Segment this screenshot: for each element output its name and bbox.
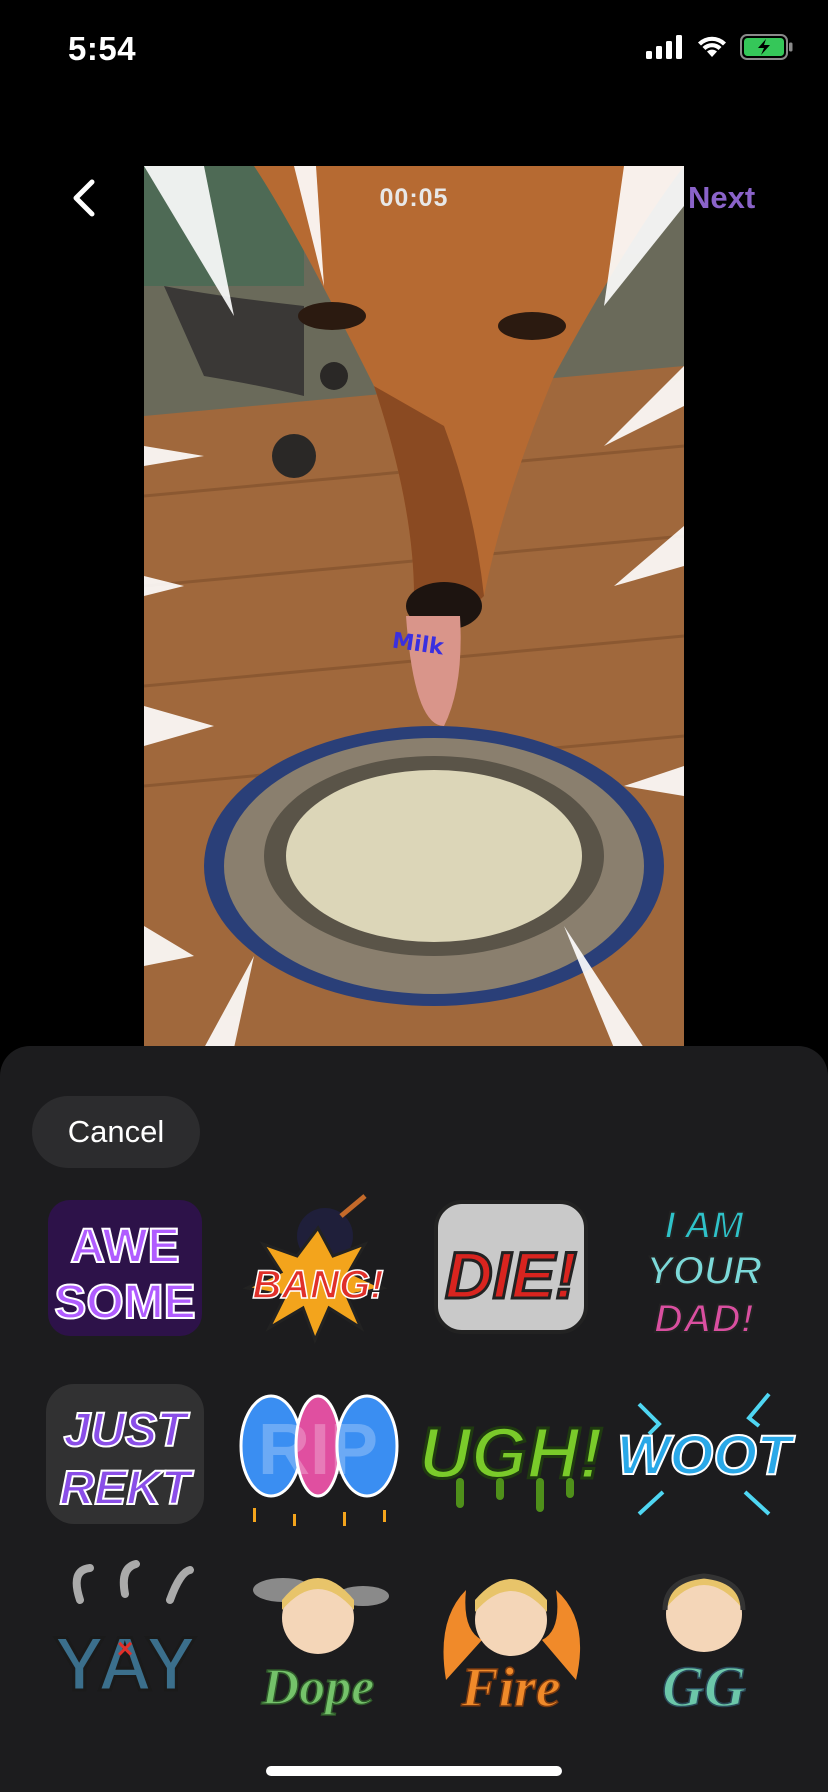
svg-text:BANG!: BANG! — [252, 1263, 383, 1307]
sticker-awesome[interactable]: AWE SOME — [28, 1186, 221, 1350]
svg-text:SOME: SOME — [54, 1276, 195, 1329]
sticker-i-am-your-dad[interactable]: I AM YOUR DAD! — [607, 1186, 800, 1350]
sticker-ugh-image: UGH! — [417, 1413, 604, 1512]
next-button[interactable]: Next — [688, 180, 755, 216]
cancel-button[interactable]: Cancel — [32, 1096, 200, 1168]
sticker-just-rekt-image: JUST REKT — [45, 1384, 204, 1524]
svg-text:GG: GG — [662, 1654, 746, 1719]
sticker-sheet: Cancel AWE SOME BANG! DIE! I AM YOUR DAD… — [0, 1046, 828, 1792]
sticker-dope-image: Dope — [252, 1578, 389, 1717]
svg-text:×: × — [116, 1633, 132, 1664]
svg-text:WOOT: WOOT — [616, 1423, 795, 1486]
sticker-just-rekt[interactable]: JUST REKT — [28, 1372, 221, 1536]
svg-text:UGH!: UGH! — [419, 1414, 603, 1494]
sticker-fire[interactable]: Fire — [414, 1558, 607, 1722]
sticker-fire-image: Fire — [443, 1579, 580, 1720]
video-timer: 00:05 — [379, 184, 449, 212]
status-icons — [646, 34, 794, 60]
battery-charging-icon — [740, 34, 793, 60]
sticker-woot[interactable]: WOOT — [607, 1372, 800, 1536]
sticker-woot-image: WOOT — [615, 1392, 796, 1516]
svg-text:DAD!: DAD! — [654, 1297, 754, 1341]
sticker-rip-image: RIP — [239, 1394, 398, 1526]
wifi-icon — [698, 36, 726, 57]
sticker-die[interactable]: DIE! — [414, 1186, 607, 1350]
video-preview[interactable]: 00:05 Milk — [144, 166, 684, 1048]
sticker-gg[interactable]: GG — [607, 1558, 800, 1722]
sticker-bang[interactable]: BANG! — [221, 1186, 414, 1350]
svg-text:Fire: Fire — [460, 1657, 561, 1719]
sticker-gg-image: GG — [661, 1573, 746, 1720]
home-indicator[interactable] — [266, 1766, 562, 1776]
svg-text:I AM: I AM — [664, 1205, 744, 1247]
sticker-rip[interactable]: RIP — [221, 1372, 414, 1536]
svg-text:YOUR: YOUR — [646, 1249, 762, 1293]
chevron-left-icon — [73, 179, 95, 217]
status-time: 5:54 — [68, 30, 137, 67]
svg-text:Dope: Dope — [260, 1659, 374, 1716]
svg-text:RIP: RIP — [257, 1410, 377, 1490]
back-button[interactable] — [66, 176, 106, 220]
status-bar: 5:54 — [0, 0, 828, 100]
signal-icon — [646, 35, 682, 59]
svg-text:AWE: AWE — [70, 1220, 179, 1273]
sticker-bang-image: BANG! — [241, 1194, 388, 1344]
sticker-i-am-your-dad-image: I AM YOUR DAD! — [645, 1204, 763, 1342]
svg-text:DIE!: DIE! — [445, 1238, 577, 1312]
sticker-ugh[interactable]: UGH! — [414, 1372, 607, 1536]
sticker-dope[interactable]: Dope — [221, 1558, 414, 1722]
sticker-yay-image: YAY × — [52, 1560, 197, 1709]
svg-text:REKT: REKT — [59, 1462, 193, 1515]
sticker-yay[interactable]: YAY × — [28, 1558, 221, 1722]
sticker-die-image: DIE! — [433, 1200, 588, 1334]
video-image — [144, 166, 684, 1048]
svg-text:JUST: JUST — [63, 1404, 189, 1457]
sticker-awesome-image: AWE SOME — [47, 1200, 202, 1336]
sticker-grid: AWE SOME BANG! DIE! I AM YOUR DAD! JUST … — [28, 1186, 800, 1722]
